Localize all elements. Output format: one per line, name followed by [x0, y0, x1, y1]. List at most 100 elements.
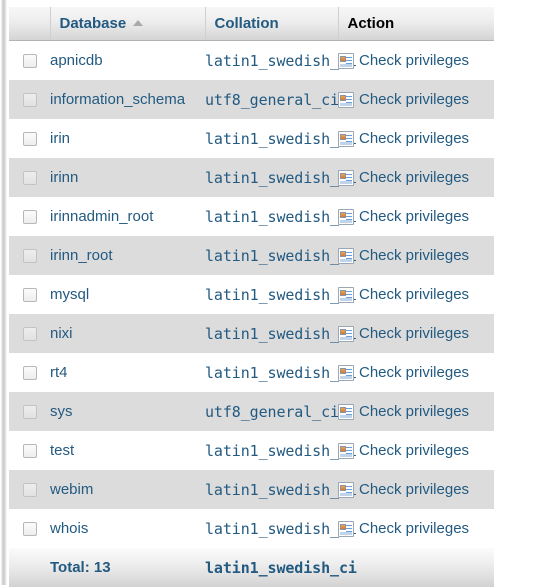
action-cell[interactable]: Check privileges	[338, 119, 494, 158]
database-name-cell[interactable]: irinn	[50, 158, 205, 197]
check-privileges-link[interactable]: Check privileges	[359, 481, 469, 498]
row-select-cell[interactable]	[9, 470, 50, 509]
check-privileges-link[interactable]: Check privileges	[359, 130, 469, 147]
action-cell[interactable]: Check privileges	[338, 275, 494, 314]
row-select-checkbox[interactable]	[23, 54, 37, 68]
action-cell[interactable]: Check privileges	[338, 41, 494, 81]
database-name-link[interactable]: webim	[50, 481, 93, 498]
row-select-checkbox[interactable]	[23, 93, 37, 107]
check-privileges-link[interactable]: Check privileges	[359, 208, 469, 225]
database-name-cell[interactable]: irin	[50, 119, 205, 158]
row-select-cell[interactable]	[9, 197, 50, 236]
row-select-checkbox[interactable]	[23, 327, 37, 341]
action-cell[interactable]: Check privileges	[338, 314, 494, 353]
table-row[interactable]: webimlatin1_swedish_ciCheck privileges	[9, 470, 494, 509]
database-name-link[interactable]: nixi	[50, 325, 73, 342]
check-privileges-action[interactable]: Check privileges	[338, 520, 494, 537]
action-cell[interactable]: Check privileges	[338, 158, 494, 197]
check-privileges-action[interactable]: Check privileges	[338, 442, 494, 459]
check-privileges-action[interactable]: Check privileges	[338, 325, 494, 342]
row-select-cell[interactable]	[9, 158, 50, 197]
database-name-link[interactable]: irinnadmin_root	[50, 208, 153, 225]
check-privileges-action[interactable]: Check privileges	[338, 364, 494, 381]
action-cell[interactable]: Check privileges	[338, 80, 494, 119]
database-name-link[interactable]: mysql	[50, 286, 89, 303]
check-privileges-link[interactable]: Check privileges	[359, 325, 469, 342]
check-privileges-link[interactable]: Check privileges	[359, 52, 469, 69]
row-select-checkbox[interactable]	[23, 483, 37, 497]
check-privileges-action[interactable]: Check privileges	[338, 403, 494, 420]
row-select-cell[interactable]	[9, 275, 50, 314]
database-name-cell[interactable]: irinn_root	[50, 236, 205, 275]
database-name-link[interactable]: sys	[50, 403, 73, 420]
check-privileges-action[interactable]: Check privileges	[338, 481, 494, 498]
database-name-link[interactable]: information_schema	[50, 91, 185, 108]
column-header-collation-label[interactable]: Collation	[215, 15, 279, 32]
column-header-collation[interactable]: Collation	[205, 7, 338, 41]
row-select-cell[interactable]	[9, 509, 50, 548]
row-select-cell[interactable]	[9, 431, 50, 470]
table-row[interactable]: mysqllatin1_swedish_ciCheck privileges	[9, 275, 494, 314]
action-cell[interactable]: Check privileges	[338, 353, 494, 392]
check-privileges-link[interactable]: Check privileges	[359, 520, 469, 537]
table-row[interactable]: nixilatin1_swedish_ciCheck privileges	[9, 314, 494, 353]
check-privileges-link[interactable]: Check privileges	[359, 442, 469, 459]
database-name-link[interactable]: apnicdb	[50, 52, 103, 69]
action-cell[interactable]: Check privileges	[338, 431, 494, 470]
table-row[interactable]: irinnlatin1_swedish_ciCheck privileges	[9, 158, 494, 197]
row-select-checkbox[interactable]	[23, 444, 37, 458]
check-privileges-action[interactable]: Check privileges	[338, 208, 494, 225]
page-left-scroll-rail[interactable]	[0, 0, 7, 585]
database-name-cell[interactable]: sys	[50, 392, 205, 431]
row-select-checkbox[interactable]	[23, 288, 37, 302]
database-name-cell[interactable]: irinnadmin_root	[50, 197, 205, 236]
table-row[interactable]: apnicdblatin1_swedish_ciCheck privileges	[9, 41, 494, 81]
row-select-checkbox[interactable]	[23, 405, 37, 419]
row-select-cell[interactable]	[9, 119, 50, 158]
database-name-link[interactable]: irin	[50, 130, 70, 147]
row-select-checkbox[interactable]	[23, 366, 37, 380]
row-select-checkbox[interactable]	[23, 249, 37, 263]
database-name-link[interactable]: irinn	[50, 169, 78, 186]
row-select-cell[interactable]	[9, 236, 50, 275]
row-select-cell[interactable]	[9, 80, 50, 119]
check-privileges-action[interactable]: Check privileges	[338, 169, 494, 186]
check-privileges-link[interactable]: Check privileges	[359, 91, 469, 108]
check-privileges-link[interactable]: Check privileges	[359, 286, 469, 303]
check-privileges-link[interactable]: Check privileges	[359, 403, 469, 420]
database-name-link[interactable]: whois	[50, 520, 88, 537]
action-cell[interactable]: Check privileges	[338, 470, 494, 509]
check-privileges-link[interactable]: Check privileges	[359, 247, 469, 264]
check-privileges-action[interactable]: Check privileges	[338, 247, 494, 264]
database-name-cell[interactable]: apnicdb	[50, 41, 205, 81]
table-row[interactable]: irinnadmin_rootlatin1_swedish_ciCheck pr…	[9, 197, 494, 236]
row-select-checkbox[interactable]	[23, 171, 37, 185]
check-privileges-action[interactable]: Check privileges	[338, 286, 494, 303]
row-select-cell[interactable]	[9, 353, 50, 392]
table-row[interactable]: irinn_rootlatin1_swedish_ciCheck privile…	[9, 236, 494, 275]
database-name-cell[interactable]: information_schema	[50, 80, 205, 119]
row-select-checkbox[interactable]	[23, 522, 37, 536]
database-name-cell[interactable]: webim	[50, 470, 205, 509]
check-privileges-link[interactable]: Check privileges	[359, 364, 469, 381]
check-privileges-action[interactable]: Check privileges	[338, 130, 494, 147]
row-select-checkbox[interactable]	[23, 132, 37, 146]
check-privileges-link[interactable]: Check privileges	[359, 169, 469, 186]
table-row[interactable]: sysutf8_general_ciCheck privileges	[9, 392, 494, 431]
table-row[interactable]: rt4latin1_swedish_ciCheck privileges	[9, 353, 494, 392]
action-cell[interactable]: Check privileges	[338, 197, 494, 236]
table-row[interactable]: information_schemautf8_general_ciCheck p…	[9, 80, 494, 119]
database-name-cell[interactable]: test	[50, 431, 205, 470]
row-select-cell[interactable]	[9, 392, 50, 431]
action-cell[interactable]: Check privileges	[338, 236, 494, 275]
database-name-link[interactable]: test	[50, 442, 74, 459]
database-name-link[interactable]: irinn_root	[50, 247, 113, 264]
check-privileges-action[interactable]: Check privileges	[338, 52, 494, 69]
database-name-cell[interactable]: mysql	[50, 275, 205, 314]
column-header-database-label[interactable]: Database	[60, 15, 127, 32]
check-privileges-action[interactable]: Check privileges	[338, 91, 494, 108]
table-row[interactable]: testlatin1_swedish_ciCheck privileges	[9, 431, 494, 470]
row-select-cell[interactable]	[9, 41, 50, 81]
database-name-cell[interactable]: rt4	[50, 353, 205, 392]
table-row[interactable]: irinlatin1_swedish_ciCheck privileges	[9, 119, 494, 158]
